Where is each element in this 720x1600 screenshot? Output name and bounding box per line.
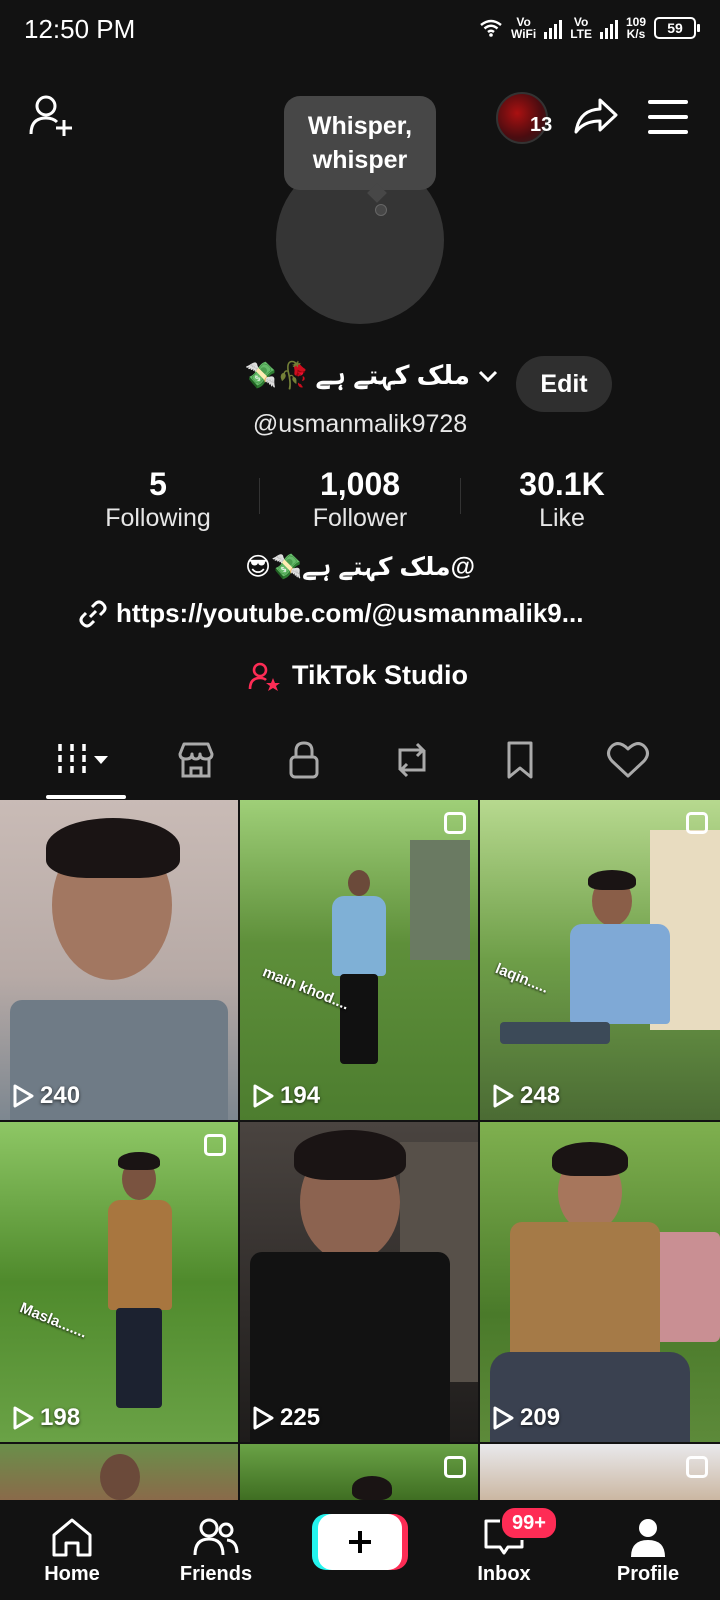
like-count: 30.1K xyxy=(519,466,605,502)
nav-profile[interactable]: Profile xyxy=(576,1500,720,1600)
view-count: 194 xyxy=(252,1082,320,1110)
video-tile[interactable] xyxy=(480,1444,720,1500)
video-tile[interactable] xyxy=(0,1444,238,1500)
video-tile[interactable]: 240 xyxy=(0,800,238,1120)
nav-friends[interactable]: Friends xyxy=(144,1500,288,1600)
photo-mode-icon xyxy=(686,812,708,834)
friends-icon xyxy=(193,1518,239,1555)
nav-profile-label: Profile xyxy=(616,1562,680,1585)
name-emoji: 💸🥀 xyxy=(244,360,310,390)
play-icon xyxy=(253,1084,274,1108)
stat-following[interactable]: 5 Following xyxy=(58,466,258,533)
video-caption: Masla....... xyxy=(17,1299,90,1342)
play-icon xyxy=(13,1084,34,1108)
photo-mode-icon xyxy=(686,1456,708,1478)
vowifi-label: Vo WiFi xyxy=(510,15,537,41)
create-button[interactable] xyxy=(318,1514,402,1570)
signal-icon xyxy=(544,17,563,39)
profile-icon xyxy=(631,1518,665,1557)
link-icon xyxy=(79,600,107,627)
tiktok-studio-label: TikTok Studio xyxy=(292,660,469,690)
video-tile[interactable]: 225 xyxy=(240,1122,478,1442)
profile-tabs xyxy=(0,720,720,800)
tab-videos[interactable] xyxy=(32,720,140,800)
repost-icon xyxy=(398,742,426,778)
status-indicators: Vo WiFi Vo LTE 109 K/s 59 xyxy=(479,15,700,41)
video-tile[interactable]: Masla....... 198 xyxy=(0,1122,238,1442)
story-count: 13 xyxy=(530,114,553,136)
view-count: 248 xyxy=(492,1082,560,1110)
photo-mode-icon xyxy=(444,812,466,834)
net-speed: 109 K/s xyxy=(625,15,646,41)
like-label: Like xyxy=(539,504,585,532)
tab-private[interactable] xyxy=(250,720,358,800)
volte-label: Vo LTE xyxy=(570,15,592,41)
username-handle: @usmanmalik9728 xyxy=(252,410,468,438)
plus-icon xyxy=(349,1531,371,1553)
tab-shop[interactable] xyxy=(142,720,250,800)
tab-favorites[interactable] xyxy=(466,720,574,800)
stat-followers[interactable]: 1,008 Follower xyxy=(260,466,460,533)
display-name-row[interactable]: 💸🥀 ملک کہتے ہے xyxy=(200,360,500,391)
studio-user-star-icon xyxy=(248,662,280,691)
note-bubble-dot xyxy=(375,204,387,216)
bottom-navigation: Home Friends Inbox Profile xyxy=(0,1500,720,1600)
shop-icon xyxy=(178,742,214,778)
following-count: 5 xyxy=(149,466,167,502)
play-icon xyxy=(253,1406,274,1430)
videos-grid-icon xyxy=(58,744,108,776)
status-time: 12:50 PM xyxy=(24,14,136,44)
chevron-down-icon xyxy=(478,370,498,382)
view-count: 209 xyxy=(492,1404,560,1432)
signal-icon xyxy=(599,17,618,39)
share-icon[interactable] xyxy=(572,92,620,140)
video-tile[interactable]: 209 xyxy=(480,1122,720,1442)
menu-icon[interactable] xyxy=(648,100,688,134)
video-tile[interactable] xyxy=(240,1444,478,1500)
stat-likes[interactable]: 30.1K Like xyxy=(462,466,662,533)
bio-text: @ملک کہتے ہے💸😎 xyxy=(244,553,476,581)
profile-link[interactable]: https://youtube.com/@usmanmalik9... xyxy=(78,598,678,629)
video-caption: laqin..... xyxy=(492,960,551,997)
stat-divider xyxy=(460,478,461,514)
lock-icon xyxy=(289,741,319,779)
follower-count: 1,008 xyxy=(319,466,401,502)
profile-link-text: https://youtube.com/@usmanmalik9... xyxy=(116,598,584,628)
add-friend-icon[interactable] xyxy=(28,92,76,140)
nav-home[interactable]: Home xyxy=(0,1500,144,1600)
wifi-icon xyxy=(480,19,502,37)
home-icon xyxy=(52,1518,92,1556)
inbox-badge: 99+ xyxy=(500,1506,558,1540)
display-name: ملک کہتے ہے xyxy=(315,360,470,390)
follower-label: Follower xyxy=(312,504,408,532)
nav-home-label: Home xyxy=(44,1562,100,1585)
play-icon xyxy=(493,1084,514,1108)
battery-level: 59 xyxy=(667,20,683,36)
tab-reposts[interactable] xyxy=(358,720,466,800)
tiktok-studio-link[interactable]: TikTok Studio xyxy=(248,660,468,691)
view-count: 225 xyxy=(252,1404,320,1432)
following-label: Following xyxy=(105,504,211,532)
edit-profile-button[interactable]: Edit xyxy=(516,356,612,412)
battery-icon: 59 xyxy=(654,17,700,39)
play-icon xyxy=(493,1406,514,1430)
active-tab-indicator xyxy=(46,795,126,799)
view-count: 198 xyxy=(12,1404,80,1432)
nav-friends-label: Friends xyxy=(179,1562,253,1585)
video-tile[interactable]: laqin..... 248 xyxy=(480,800,720,1120)
tab-liked[interactable] xyxy=(574,720,682,800)
photo-mode-icon xyxy=(204,1134,226,1156)
video-tile[interactable]: main khod.... 194 xyxy=(240,800,478,1120)
play-icon xyxy=(13,1406,34,1430)
view-count: 240 xyxy=(12,1082,80,1110)
heart-icon xyxy=(607,742,649,778)
photo-mode-icon xyxy=(444,1456,466,1478)
nav-inbox-label: Inbox xyxy=(477,1562,531,1585)
note-bubble[interactable]: Whisper, whisper xyxy=(284,96,436,190)
bookmark-icon xyxy=(507,741,533,779)
